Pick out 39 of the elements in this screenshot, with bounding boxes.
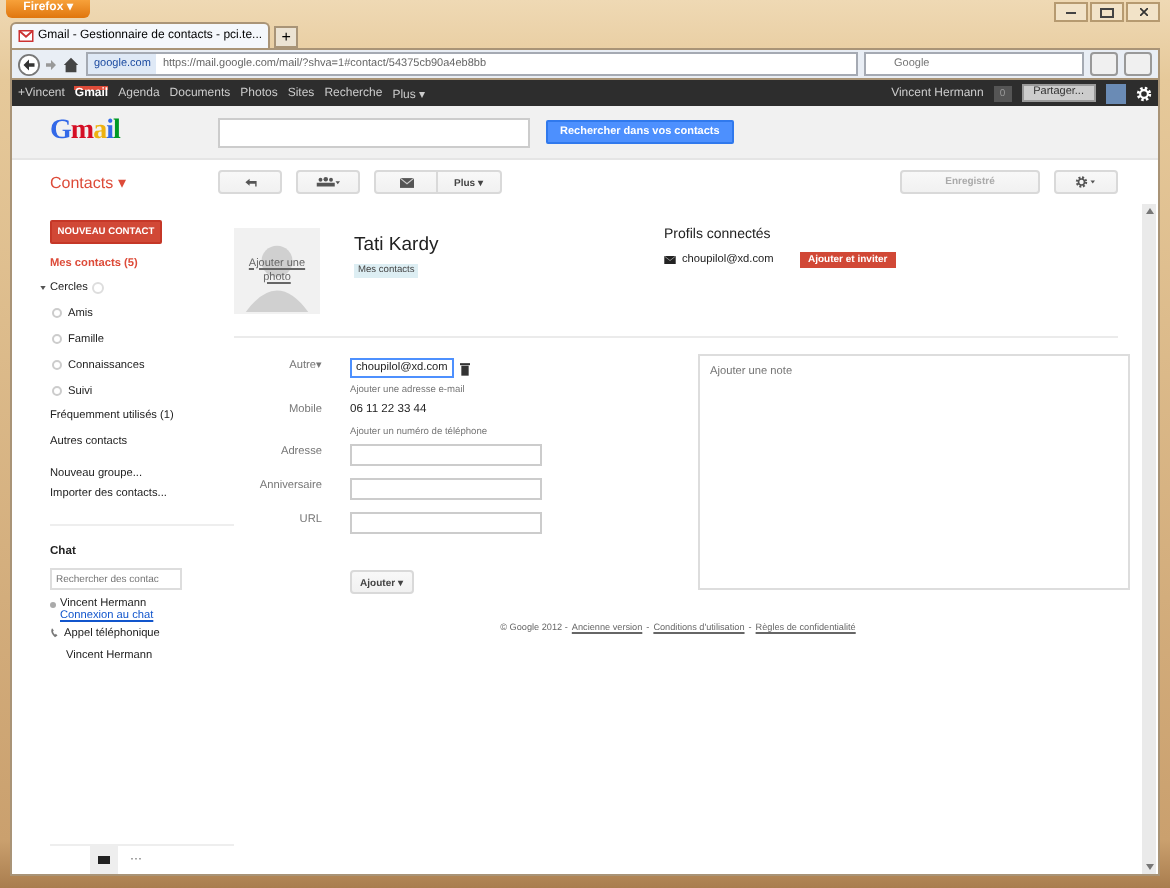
contact-name[interactable]: Tati Kardy xyxy=(354,234,439,256)
people-icon xyxy=(316,176,340,188)
circle-icon xyxy=(52,360,62,370)
email-icon xyxy=(664,256,676,264)
settings-button[interactable] xyxy=(1054,170,1118,194)
toolbar-icon[interactable] xyxy=(1124,52,1152,76)
gear-icon xyxy=(1074,176,1098,188)
maximize-icon[interactable] xyxy=(1090,2,1124,22)
avatar-icon[interactable] xyxy=(1106,83,1126,103)
phone-icon xyxy=(50,628,60,638)
reply-arrow-icon xyxy=(243,177,257,187)
minimize-icon[interactable] xyxy=(1054,2,1088,22)
scroll-up-icon[interactable] xyxy=(1145,208,1153,214)
new-tab-button[interactable]: + xyxy=(274,26,299,48)
close-icon[interactable] xyxy=(1126,2,1160,22)
envelope-icon xyxy=(399,177,413,187)
chat-bubble-icon[interactable] xyxy=(90,846,118,874)
circle-icon xyxy=(52,334,62,344)
circle-icon xyxy=(52,308,62,318)
input-field[interactable] xyxy=(350,478,542,500)
input-field[interactable] xyxy=(350,444,542,466)
settings-icon[interactable] xyxy=(1136,85,1152,101)
back-icon[interactable] xyxy=(18,53,40,75)
contacts-menu[interactable]: Contacts ▾ xyxy=(50,173,204,191)
scroll-down-icon[interactable] xyxy=(1145,864,1153,870)
back-button[interactable] xyxy=(218,170,282,194)
email-button[interactable] xyxy=(374,170,438,194)
group-button[interactable] xyxy=(296,170,360,194)
forward-icon[interactable] xyxy=(46,59,56,69)
mail-icon xyxy=(18,30,34,42)
status-icon xyxy=(50,602,56,608)
input-field[interactable] xyxy=(350,512,542,534)
toolbar-icon[interactable] xyxy=(1090,52,1118,76)
home-icon[interactable] xyxy=(62,55,80,73)
trash-icon[interactable] xyxy=(460,361,470,375)
circle-icon xyxy=(52,386,62,396)
contact-search-field[interactable] xyxy=(218,117,530,147)
gmail-logo[interactable]: Gmail xyxy=(50,116,218,148)
scrollbar[interactable] xyxy=(1142,204,1156,874)
